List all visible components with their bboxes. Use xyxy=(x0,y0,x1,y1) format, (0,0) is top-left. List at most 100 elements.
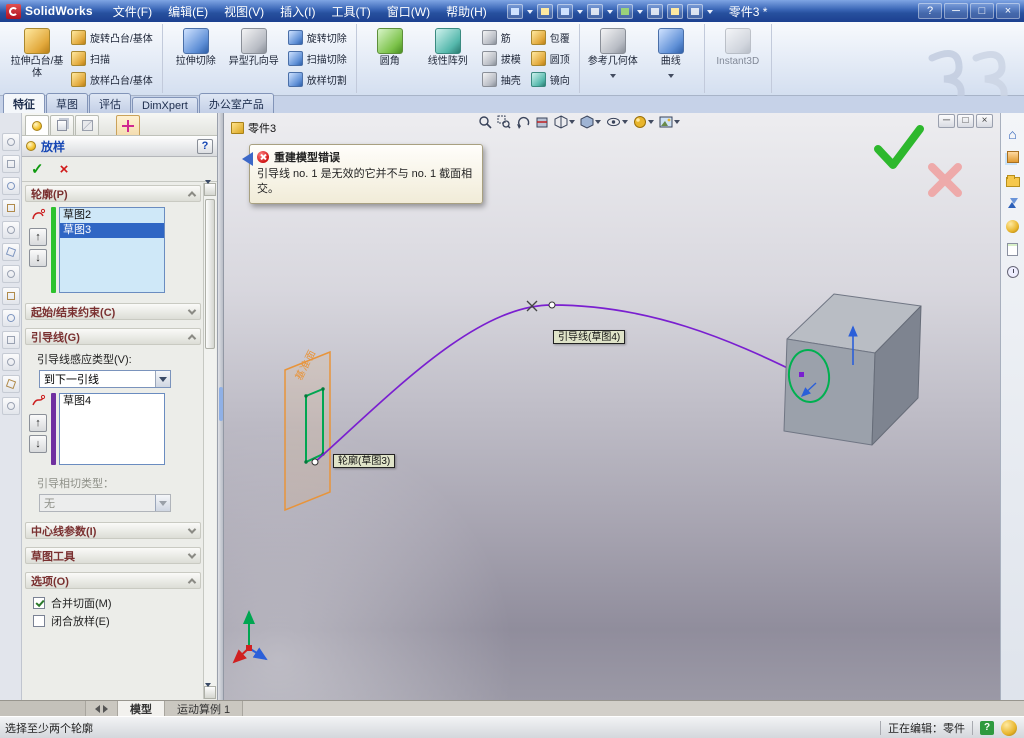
profiles-section-header[interactable]: 轮廓(P) xyxy=(25,185,201,202)
left-toolbar-button[interactable] xyxy=(1,199,20,217)
apply-scene-button[interactable] xyxy=(657,114,682,130)
tab-display-manager[interactable] xyxy=(116,115,140,135)
close-button[interactable]: × xyxy=(996,3,1020,19)
move-guide-down-button[interactable]: ↓ xyxy=(29,435,47,453)
ribbon-wrap-button[interactable]: 包覆 xyxy=(527,28,574,48)
left-toolbar-button[interactable] xyxy=(1,353,20,371)
menu-tools[interactable]: 工具(T) xyxy=(323,0,378,23)
chevron-down-icon[interactable] xyxy=(648,120,654,127)
cancel-button[interactable]: × xyxy=(60,161,69,178)
guide-tangency-select[interactable]: 无 xyxy=(39,494,171,512)
guide-curve[interactable] xyxy=(314,304,803,463)
start-end-section-header[interactable]: 起始/结束约束(C) xyxy=(25,303,201,320)
left-toolbar-button[interactable] xyxy=(1,265,20,283)
menu-window[interactable]: 窗口(W) xyxy=(379,0,438,23)
chevron-down-icon[interactable] xyxy=(706,9,713,17)
scroll-right-icon[interactable] xyxy=(103,704,112,713)
close-loft-checkbox[interactable]: 闭合放样(E) xyxy=(28,612,200,630)
ribbon-rib-button[interactable]: 筋 xyxy=(478,28,525,48)
ribbon-mirror-button[interactable]: 镜向 xyxy=(527,70,574,90)
chevron-down-icon[interactable] xyxy=(674,120,680,127)
guide-influence-select[interactable]: 到下一引线 xyxy=(39,370,171,388)
move-profile-up-button[interactable]: ↑ xyxy=(29,228,47,246)
panel-scrollbar[interactable] xyxy=(203,180,216,700)
view-palette-button[interactable] xyxy=(1003,193,1023,213)
tab-scroll-arrows[interactable] xyxy=(86,701,118,716)
help-button[interactable]: ? xyxy=(918,3,942,19)
chevron-down-icon[interactable] xyxy=(606,9,613,17)
left-toolbar-button[interactable] xyxy=(1,133,20,151)
ribbon-draft-button[interactable]: 拔模 xyxy=(478,49,525,69)
tab-property-manager[interactable] xyxy=(25,115,49,135)
menu-insert[interactable]: 插入(I) xyxy=(272,0,323,23)
move-guide-up-button[interactable]: ↑ xyxy=(29,414,47,432)
chevron-down-icon[interactable] xyxy=(622,120,628,127)
ribbon-revolve-cut-button[interactable]: 旋转切除 xyxy=(284,28,351,48)
undo-icon[interactable] xyxy=(616,3,633,19)
design-library-button[interactable] xyxy=(1003,147,1023,167)
menu-view[interactable]: 视图(V) xyxy=(216,0,272,23)
previous-view-button[interactable] xyxy=(514,114,532,130)
guides-list[interactable]: 草图4 xyxy=(59,393,165,465)
model-cube[interactable] xyxy=(783,293,922,446)
scrollbar-thumb[interactable] xyxy=(205,199,215,349)
ribbon-extrude-boss-button[interactable]: 拉伸凸台/基体 xyxy=(9,25,65,92)
chevron-down-icon[interactable] xyxy=(636,9,643,17)
file-explorer-button[interactable] xyxy=(1003,170,1023,190)
ribbon-sweep-cut-button[interactable]: 扫描切除 xyxy=(284,49,351,69)
chevron-down-icon[interactable] xyxy=(576,9,583,17)
chevron-down-icon[interactable] xyxy=(595,120,601,127)
confirm-ok-icon[interactable] xyxy=(874,125,924,169)
quick-tips-button[interactable]: ? xyxy=(980,720,994,735)
open-document-icon[interactable] xyxy=(536,3,553,19)
maximize-button[interactable]: □ xyxy=(970,3,994,19)
zoom-fit-button[interactable] xyxy=(476,114,494,130)
tree-root-label[interactable]: 零件3 xyxy=(248,120,276,136)
left-toolbar-button[interactable] xyxy=(1,177,20,195)
options-icon[interactable] xyxy=(686,3,703,19)
ribbon-sweep-button[interactable]: 扫描 xyxy=(67,49,157,69)
guide-point-marker[interactable] xyxy=(548,301,556,309)
guides-section-header[interactable]: 引导线(G) xyxy=(25,328,201,345)
profile-point-marker[interactable] xyxy=(311,458,319,466)
scroll-down-button[interactable] xyxy=(204,683,216,700)
tab-dimxpert[interactable]: DimXpert xyxy=(132,97,198,113)
appearances-button[interactable] xyxy=(1003,216,1023,236)
left-toolbar-button[interactable] xyxy=(1,397,20,415)
ribbon-instant3d-button[interactable]: Instant3D xyxy=(710,25,766,92)
ribbon-dome-button[interactable]: 圆顶 xyxy=(527,49,574,69)
left-toolbar-button[interactable] xyxy=(1,221,20,239)
left-toolbar-button[interactable] xyxy=(1,375,20,393)
rebuild-icon[interactable] xyxy=(666,3,683,19)
panel-help-button[interactable]: ? xyxy=(197,138,213,154)
left-toolbar-button[interactable] xyxy=(1,287,20,305)
ribbon-extrude-cut-button[interactable]: 拉伸切除 xyxy=(168,25,224,92)
section-view-button[interactable] xyxy=(533,114,551,130)
save-icon[interactable] xyxy=(556,3,573,19)
scroll-left-icon[interactable] xyxy=(91,704,100,713)
list-item-selected[interactable]: 草图3 xyxy=(60,223,164,238)
scroll-up-button[interactable] xyxy=(204,180,216,201)
menu-file[interactable]: 文件(F) xyxy=(105,0,160,23)
left-toolbar-button[interactable] xyxy=(1,243,20,261)
minimize-button[interactable]: ─ xyxy=(944,3,968,19)
profile-callout[interactable]: 轮廓(草图3) xyxy=(333,454,396,468)
list-item[interactable]: 草图2 xyxy=(60,208,164,223)
ribbon-hole-wizard-button[interactable]: 异型孔向导 xyxy=(226,25,282,92)
ribbon-shell-button[interactable]: 抽壳 xyxy=(478,70,525,90)
custom-properties-button[interactable] xyxy=(1003,239,1023,259)
tab-motion-study[interactable]: 运动算例 1 xyxy=(165,701,244,716)
menu-edit[interactable]: 编辑(E) xyxy=(160,0,216,23)
tab-sketch[interactable]: 草图 xyxy=(46,93,88,113)
tab-configuration-manager[interactable] xyxy=(50,115,74,135)
move-profile-down-button[interactable]: ↓ xyxy=(29,249,47,267)
view-orientation-button[interactable] xyxy=(552,114,577,130)
new-document-icon[interactable] xyxy=(506,3,523,19)
chevron-down-icon[interactable] xyxy=(526,9,533,17)
profiles-list[interactable]: 草图2 草图3 xyxy=(59,207,165,293)
left-toolbar-button[interactable] xyxy=(1,155,20,173)
chevron-down-icon[interactable] xyxy=(155,371,170,387)
tab-office-products[interactable]: 办公室产品 xyxy=(198,93,274,113)
chevron-down-icon[interactable] xyxy=(569,120,575,127)
tab-evaluate[interactable]: 评估 xyxy=(89,93,131,113)
